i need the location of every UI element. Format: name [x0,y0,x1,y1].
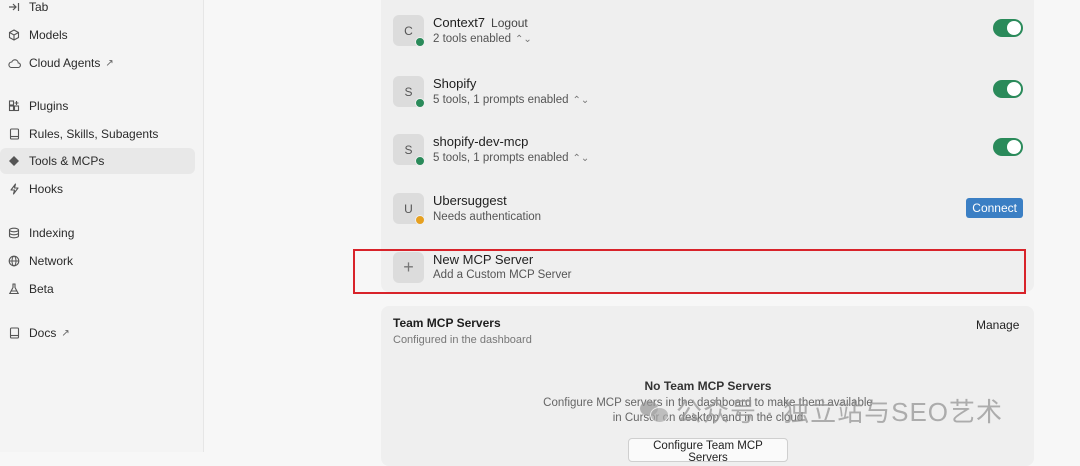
sidebar-item-beta[interactable]: Beta [0,276,195,302]
globe-icon [7,254,21,268]
server-name: Context7 [433,15,486,30]
new-mcp-server-row[interactable]: + New MCP Server Add a Custom MCP Server [393,252,1033,296]
cloud-icon [7,56,21,70]
team-section-subtitle: Configured in the dashboard [393,334,532,346]
sidebar-item-label: Indexing [29,226,75,240]
sidebar-item-models[interactable]: Models [0,22,195,48]
external-link-icon: ↗ [61,327,70,339]
sidebar-item-label: Network [29,254,74,268]
sidebar-item-label: Hooks [29,182,64,196]
empty-state-title: No Team MCP Servers [644,379,772,393]
sidebar-item-tools-mcps[interactable]: Tools & MCPs [0,148,195,174]
sidebar-item-label: Rules, Skills, Subagents [29,127,159,141]
database-icon [7,226,21,240]
plugins-icon [7,99,21,113]
sidebar-item-rules[interactable]: Rules, Skills, Subagents [0,121,195,147]
sidebar-item-plugins[interactable]: Plugins [0,93,195,119]
tab-arrow-icon [7,0,21,14]
toggle-knob [1007,140,1021,154]
server-status: 5 tools, 1 prompts enabled [433,94,569,106]
sidebar-item-label: Tools & MCPs [29,154,105,168]
tools-selector[interactable]: 5 tools, 1 prompts enabled ⌃⌄ [433,94,589,106]
enable-toggle[interactable] [993,19,1023,37]
sidebar-item-label: Plugins [29,99,69,113]
sidebar-item-tab[interactable]: Tab [0,0,195,20]
tools-icon [7,154,21,168]
new-server-subtitle: Add a Custom MCP Server [433,269,572,281]
server-name: Shopify [433,76,477,91]
server-name: Ubersuggest [433,193,507,208]
server-status: 5 tools, 1 prompts enabled [433,152,569,164]
cube-icon [7,28,21,42]
empty-state-description: Configure MCP servers in the dashboard t… [543,397,873,424]
chevron-up-down-icon: ⌃⌄ [572,153,590,164]
sidebar-item-hooks[interactable]: Hooks [0,176,195,202]
server-row-shopify: S Shopify 5 tools, 1 prompts enabled ⌃⌄ [393,76,1033,120]
tools-selector[interactable]: 5 tools, 1 prompts enabled ⌃⌄ [433,152,589,164]
enable-toggle[interactable] [993,138,1023,156]
server-row-context7: C Context7 Logout 2 tools enabled ⌃⌄ [393,15,1033,59]
status-dot-connected [415,98,425,108]
status-dot-warning [415,215,425,225]
sidebar-item-label: Docs [29,326,57,340]
plus-icon: + [393,252,424,283]
chevron-up-down-icon: ⌃⌄ [515,34,532,45]
bolt-icon [7,182,21,196]
logout-link[interactable]: Logout [491,16,528,30]
tools-selector[interactable]: 2 tools enabled ⌃⌄ [433,33,532,45]
chevron-up-down-icon: ⌃⌄ [572,95,590,106]
server-name: shopify-dev-mcp [433,134,529,149]
configure-team-mcp-button[interactable]: Configure Team MCP Servers [628,438,788,464]
server-status: Needs authentication [433,211,542,223]
connect-button[interactable]: Connect [966,198,1023,218]
enable-toggle[interactable] [993,80,1023,98]
sidebar-item-label: Cloud Agents [29,56,101,70]
docs-icon [7,326,21,340]
flask-icon [7,282,21,296]
sidebar-item-cloud-agents[interactable]: Cloud Agents ↗ [0,50,195,76]
status-dot-connected [415,156,425,166]
team-section-title: Team MCP Servers [393,316,501,330]
sidebar-item-docs[interactable]: Docs ↗ [0,320,195,346]
sidebar-item-network[interactable]: Network [0,248,195,274]
status-dot-connected [415,37,425,47]
server-row-shopify-dev-mcp: S shopify-dev-mcp 5 tools, 1 prompts ena… [393,134,1033,178]
external-link-icon: ↗ [105,57,114,69]
sidebar-item-label: Models [29,28,68,42]
sidebar-item-indexing[interactable]: Indexing [0,220,195,246]
toggle-knob [1007,82,1021,96]
server-row-ubersuggest: U Ubersuggest Needs authentication Conne… [393,193,1033,237]
settings-sidebar: Tab Models Cloud Agents ↗ Plugins Rules,… [0,0,204,452]
new-server-title: New MCP Server [433,252,534,267]
book-icon [7,127,21,141]
sidebar-item-label: Tab [29,0,49,14]
sidebar-item-label: Beta [29,282,54,296]
server-status: 2 tools enabled [433,33,512,45]
toggle-knob [1007,21,1021,35]
manage-button[interactable]: Manage [976,318,1019,332]
